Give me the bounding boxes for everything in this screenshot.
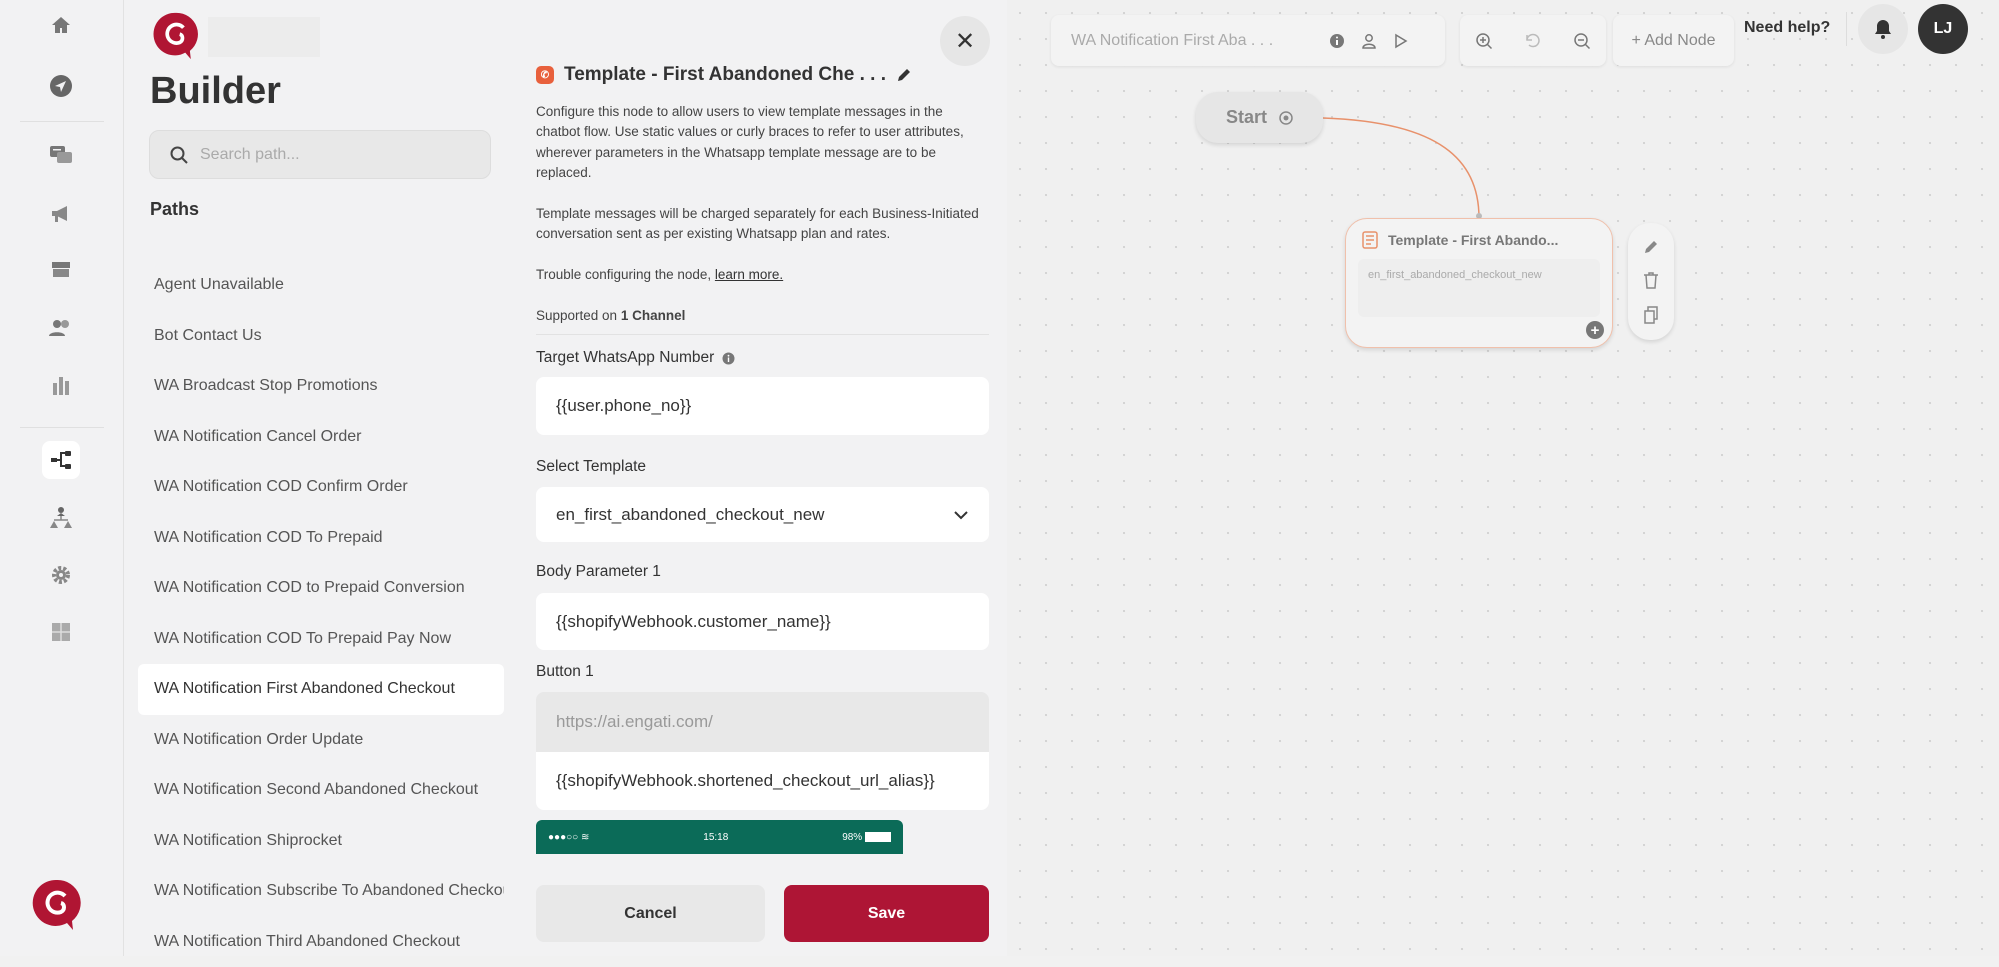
template-node-body: en_first_abandoned_checkout_new	[1358, 259, 1600, 317]
edit-icon[interactable]	[1643, 239, 1659, 255]
trash-icon[interactable]	[1643, 271, 1659, 289]
flow-edge	[0, 0, 1999, 956]
start-node[interactable]: Start	[1196, 92, 1323, 143]
template-node-title: Template - First Abando...	[1388, 232, 1558, 248]
copy-icon[interactable]	[1643, 306, 1659, 324]
template-node-header: Template - First Abando...	[1346, 219, 1612, 249]
template-node[interactable]: Template - First Abando... en_first_aban…	[1345, 218, 1613, 348]
node-actions	[1628, 223, 1674, 340]
add-connection-icon[interactable]: +	[1586, 321, 1604, 339]
start-label: Start	[1226, 107, 1267, 128]
template-icon	[1362, 231, 1378, 249]
output-port-icon[interactable]	[1279, 111, 1293, 125]
